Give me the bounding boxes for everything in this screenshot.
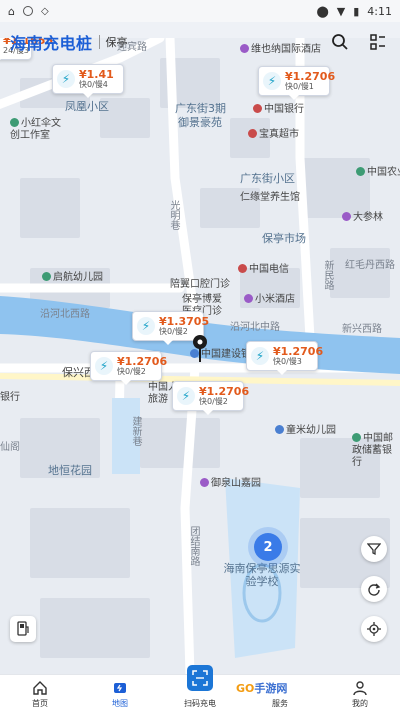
map-label: 沿河北中路 (230, 322, 280, 333)
map-label: 中国邮政储蓄银行 (352, 433, 393, 468)
map-label: 广东街小区 (240, 172, 295, 185)
station-marker[interactable]: ⚡ ¥1.2706 快0/慢3 (246, 341, 323, 375)
map-label: 小米酒店 (244, 290, 295, 305)
nav-home-label: 首页 (32, 699, 48, 708)
station-price: ¥1.2706 (117, 354, 168, 368)
map-label: 新民路 (322, 260, 333, 290)
nav-mine[interactable]: 我的 (320, 675, 400, 711)
map-label: 银行 (0, 392, 20, 403)
app-title: 海南充电桩 (10, 34, 93, 53)
city-selector[interactable]: 保亭 (106, 34, 128, 50)
station-price: ¥1.2706 (273, 344, 324, 358)
map-label: 旅游 (148, 394, 168, 405)
map-label: 小红伞文创工作室 (10, 118, 61, 141)
list-icon (370, 34, 385, 50)
cluster-marker[interactable]: 2 (254, 533, 282, 561)
map-label: 陪翼口腔门诊 (170, 279, 230, 290)
shield-icon: ◇ (40, 5, 49, 17)
map-label: 中国电信 (238, 260, 289, 275)
charging-station-icon: ⚡ (251, 347, 269, 365)
station-marker[interactable]: ⚡ ¥1.2706 快0/慢2 (90, 351, 167, 385)
nav-service-label: 服务 (272, 699, 288, 708)
search-icon (332, 34, 348, 50)
status-bar: ⌂ ◇ ⬤ ▼ ▮ 4:11 (0, 0, 400, 22)
station-slots: 快0/慢2 (199, 396, 228, 406)
nav-mine-label: 我的 (352, 699, 368, 708)
top-bar: 海南充电桩 保亭 (0, 22, 400, 62)
nav-map-label: 地图 (112, 699, 128, 708)
sync-icon (22, 6, 33, 16)
map-label: 宝真超市 (248, 125, 299, 140)
map-label: 地恒花园 (48, 464, 92, 477)
map-label: 仁缘堂养生馆 (240, 192, 300, 203)
nav-map[interactable]: 地图 (80, 675, 160, 711)
battery-icon: ▮ (353, 4, 360, 18)
nav-home[interactable]: 首页 (0, 675, 80, 711)
charging-station-icon: ⚡ (263, 72, 281, 90)
map-label: 凤凰小区 (65, 100, 109, 113)
map-label: 中国农业 (356, 163, 400, 178)
charger-icon (17, 621, 29, 636)
location-icon: ⬤ (316, 4, 329, 18)
list-view-button[interactable] (366, 30, 390, 54)
map-label: 童米幼儿园 (275, 421, 336, 436)
filter-icon (367, 543, 381, 556)
map-label: 建新巷 (130, 416, 141, 446)
station-slots: 快0/慢1 (285, 81, 314, 91)
charging-station-icon: ⚡ (177, 387, 195, 405)
map-label: 光明巷 (168, 200, 179, 230)
refresh-icon (368, 583, 381, 596)
station-marker[interactable]: ⚡ ¥1.2706 快0/慢2 (172, 381, 249, 415)
map-label: 红毛丹西路 (345, 260, 395, 271)
app-notification-icon: ⌂ (8, 4, 15, 18)
map-view[interactable]: 迎宾路 维也纳国际酒店 凤凰小区 广东街3期 御景豪苑 中国银行 宝真超市 小红… (0, 38, 400, 674)
user-icon (351, 679, 369, 697)
home-icon (31, 679, 49, 697)
station-price: ¥1.3705 (159, 314, 210, 328)
map-label: 新兴西路 (342, 324, 382, 335)
nav-scan-label: 扫码充电 (184, 699, 216, 708)
map-label: 中国银行 (253, 100, 304, 115)
map-label: 启航幼儿园 (42, 268, 103, 283)
station-price: ¥1.41 (79, 67, 114, 81)
map-label: 仙阁 (0, 442, 20, 453)
map-label: 团结南路 (188, 526, 199, 566)
station-price: ¥1.2706 (285, 69, 336, 83)
bottom-nav: 首页 地图 扫码充电 服务 我的 (0, 665, 400, 711)
station-slots: 快0/慢2 (117, 366, 146, 376)
clock-time: 4:11 (367, 4, 392, 18)
refresh-button[interactable] (361, 576, 387, 602)
nav-scan[interactable]: 扫码充电 (160, 665, 240, 711)
map-label: 御泉山嘉园 (200, 474, 261, 489)
locate-button[interactable] (361, 616, 387, 642)
filter-button[interactable] (361, 536, 387, 562)
scan-icon (187, 665, 213, 691)
wifi-icon: ▼ (336, 4, 346, 18)
map-label: 沿河北西路 (40, 309, 90, 320)
divider (98, 35, 100, 49)
location-pin-icon (193, 335, 207, 362)
charging-station-icon: ⚡ (57, 70, 75, 88)
charging-station-icon: ⚡ (95, 357, 113, 375)
map-label: 御景豪苑 (178, 116, 222, 129)
map-label: 大参林 (342, 208, 383, 223)
station-marker[interactable]: ⚡ ¥1.41 快0/慢4 (52, 64, 124, 98)
watermark: GO手游网 (236, 682, 288, 695)
station-slots: 快0/慢3 (273, 356, 302, 366)
crosshair-icon (367, 622, 381, 636)
map-label: 海南保亭思源实验学校 (223, 562, 301, 588)
station-slots: 快0/慢4 (79, 79, 108, 89)
charger-status-button[interactable] (10, 616, 36, 642)
search-button[interactable] (328, 30, 352, 54)
map-label: 保亭市场 (262, 232, 306, 245)
map-icon (111, 679, 129, 697)
charging-station-icon: ⚡ (137, 317, 155, 335)
station-price: ¥1.2706 (199, 384, 250, 398)
station-marker[interactable]: ⚡ ¥1.2706 快0/慢1 (258, 66, 335, 100)
